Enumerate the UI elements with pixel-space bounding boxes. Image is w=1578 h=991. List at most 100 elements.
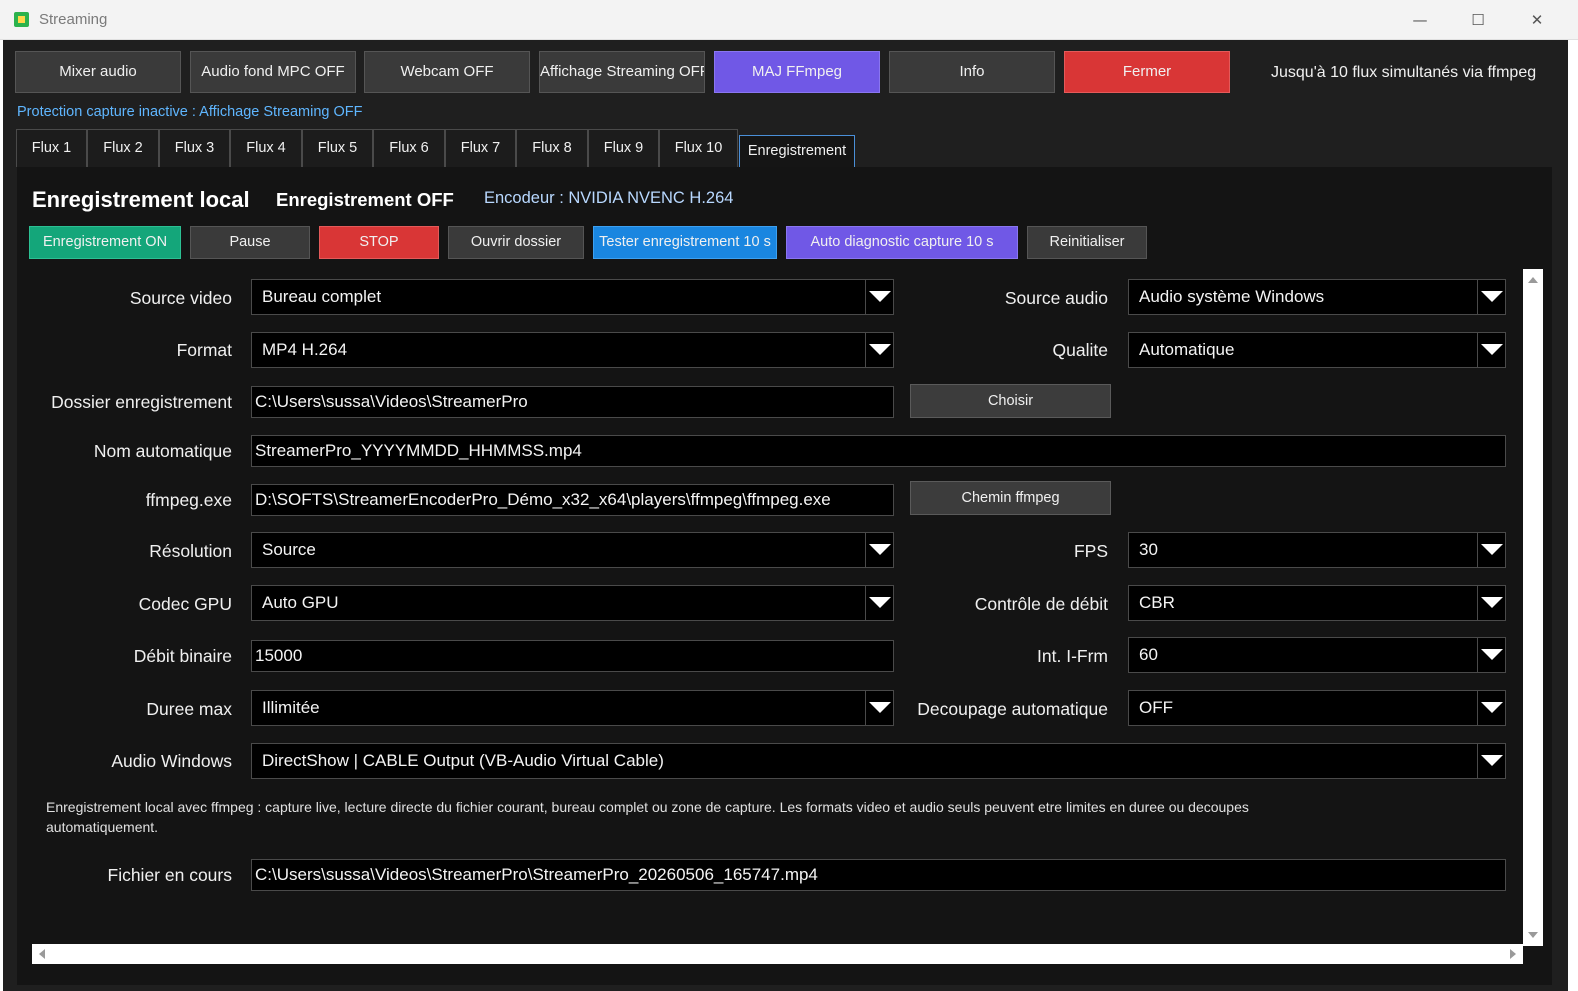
vertical-scrollbar[interactable] <box>1523 269 1543 946</box>
fichier-en-cours-input[interactable]: C:\Users\sussa\Videos\StreamerPro\Stream… <box>251 859 1506 891</box>
chevron-down-icon[interactable] <box>865 586 893 620</box>
title-bar: Streaming — ☐ ✕ <box>0 0 1578 40</box>
codec-gpu-select[interactable]: Auto GPU <box>251 585 894 621</box>
recording-status: Enregistrement OFF <box>276 189 454 210</box>
resolution-value: Source <box>262 540 316 559</box>
protection-status: Protection capture inactive : Affichage … <box>17 104 363 120</box>
tab-flux-8[interactable]: Flux 8 <box>516 129 588 167</box>
tab-flux-2[interactable]: Flux 2 <box>87 129 159 167</box>
webcam-button[interactable]: Webcam OFF <box>364 51 530 93</box>
source-video-value: Bureau complet <box>262 287 382 306</box>
audio-windows-value: DirectShow | CABLE Output (VB-Audio Virt… <box>262 751 664 770</box>
duree-max-value: Illimitée <box>262 698 320 717</box>
maximize-icon[interactable]: ☐ <box>1455 6 1501 34</box>
reinitialiser-button[interactable]: Reinitialiser <box>1027 226 1147 259</box>
chevron-down-icon[interactable] <box>1477 280 1505 314</box>
tab-flux-9[interactable]: Flux 9 <box>588 129 659 167</box>
int-ifrm-select[interactable]: 60 <box>1128 637 1506 673</box>
app-icon <box>14 12 29 27</box>
chevron-down-icon[interactable] <box>865 533 893 567</box>
tab-enregistrement[interactable]: Enregistrement <box>739 135 855 167</box>
scroll-left-icon[interactable] <box>39 949 45 959</box>
tab-flux-1[interactable]: Flux 1 <box>16 129 87 167</box>
info-button[interactable]: Info <box>889 51 1055 93</box>
scroll-up-icon[interactable] <box>1528 277 1538 283</box>
scroll-down-icon[interactable] <box>1528 932 1538 938</box>
chevron-down-icon[interactable] <box>865 691 893 725</box>
duree-max-select[interactable]: Illimitée <box>251 690 894 726</box>
tab-flux-7[interactable]: Flux 7 <box>445 129 516 167</box>
debit-binaire-label: Débit binaire <box>133 646 232 666</box>
controle-debit-label: Contrôle de débit <box>974 594 1108 614</box>
maj-ffmpeg-button[interactable]: MAJ FFmpeg <box>714 51 880 93</box>
int-ifrm-value: 60 <box>1139 645 1158 664</box>
page-title: Enregistrement local <box>32 187 250 212</box>
dossier-input[interactable]: C:\Users\sussa\Videos\StreamerPro <box>251 386 894 418</box>
chevron-down-icon[interactable] <box>1477 691 1505 725</box>
choisir-button[interactable]: Choisir <box>910 384 1111 418</box>
qualite-select[interactable]: Automatique <box>1128 332 1506 368</box>
fps-select[interactable]: 30 <box>1128 532 1506 568</box>
debit-binaire-value: 15000 <box>255 646 303 665</box>
fichier-en-cours-value: C:\Users\sussa\Videos\StreamerPro\Stream… <box>255 865 818 884</box>
chevron-down-icon[interactable] <box>1477 333 1505 367</box>
resolution-select[interactable]: Source <box>251 532 894 568</box>
stop-button[interactable]: STOP <box>319 226 439 259</box>
debit-binaire-input[interactable]: 15000 <box>251 640 894 672</box>
codec-gpu-label: Codec GPU <box>138 594 232 614</box>
enregistrement-on-button[interactable]: Enregistrement ON <box>29 226 181 259</box>
tab-flux-6[interactable]: Flux 6 <box>373 129 445 167</box>
chevron-down-icon[interactable] <box>1477 533 1505 567</box>
chevron-down-icon[interactable] <box>1477 638 1505 672</box>
tab-flux-10[interactable]: Flux 10 <box>659 129 738 167</box>
audio-fond-mpc-button[interactable]: Audio fond MPC OFF <box>190 51 356 93</box>
chevron-down-icon[interactable] <box>1477 586 1505 620</box>
tab-flux-5[interactable]: Flux 5 <box>302 129 373 167</box>
ffmpeg-label: ffmpeg.exe <box>145 490 232 510</box>
pause-button[interactable]: Pause <box>190 226 310 259</box>
tester-enregistrement-button[interactable]: Tester enregistrement 10 s <box>593 226 777 259</box>
chemin-ffmpeg-button[interactable]: Chemin ffmpeg <box>910 481 1111 515</box>
resolution-label: Résolution <box>149 541 232 561</box>
fermer-button[interactable]: Fermer <box>1064 51 1230 93</box>
dossier-value: C:\Users\sussa\Videos\StreamerPro <box>255 392 528 411</box>
scroll-right-icon[interactable] <box>1510 949 1516 959</box>
nom-auto-label: Nom automatique <box>93 441 232 461</box>
controle-debit-value: CBR <box>1139 593 1175 612</box>
decoupage-select[interactable]: OFF <box>1128 690 1506 726</box>
format-label: Format <box>176 340 232 360</box>
dossier-label: Dossier enregistrement <box>51 392 232 412</box>
source-audio-label: Source audio <box>1004 288 1108 308</box>
chevron-down-icon[interactable] <box>865 333 893 367</box>
auto-diagnostic-button[interactable]: Auto diagnostic capture 10 s <box>786 226 1018 259</box>
mixer-audio-button[interactable]: Mixer audio <box>15 51 181 93</box>
chevron-down-icon[interactable] <box>1477 744 1505 778</box>
chevron-down-icon[interactable] <box>865 280 893 314</box>
audio-windows-select[interactable]: DirectShow | CABLE Output (VB-Audio Virt… <box>251 743 1506 779</box>
description-text: Enregistrement local avec ffmpeg : captu… <box>46 799 1249 835</box>
controle-debit-select[interactable]: CBR <box>1128 585 1506 621</box>
fichier-en-cours-label: Fichier en cours <box>107 865 233 885</box>
nom-auto-value: StreamerPro_YYYYMMDD_HHMMSS.mp4 <box>255 441 582 460</box>
tab-flux-4[interactable]: Flux 4 <box>230 129 302 167</box>
horizontal-scrollbar[interactable] <box>32 944 1523 964</box>
ffmpeg-input[interactable]: D:\SOFTS\StreamerEncoderPro_Démo_x32_x64… <box>251 484 894 516</box>
source-audio-select[interactable]: Audio système Windows <box>1128 279 1506 315</box>
nom-auto-input[interactable]: StreamerPro_YYYYMMDD_HHMMSS.mp4 <box>251 435 1506 467</box>
encoder-label: Encodeur : NVIDIA NVENC H.264 <box>484 189 734 207</box>
qualite-label: Qualite <box>1052 340 1108 360</box>
source-video-select[interactable]: Bureau complet <box>251 279 894 315</box>
affichage-streaming-button[interactable]: Affichage Streaming OFF <box>539 51 705 93</box>
decoupage-value: OFF <box>1139 698 1173 717</box>
app-window: Mixer audio Audio fond MPC OFF Webcam OF… <box>3 40 1568 991</box>
source-audio-value: Audio système Windows <box>1139 287 1325 306</box>
flux-note: Jusqu'à 10 flux simultanés via ffmpeg <box>1271 64 1537 81</box>
ffmpeg-value: D:\SOFTS\StreamerEncoderPro_Démo_x32_x64… <box>255 490 831 509</box>
ouvrir-dossier-button[interactable]: Ouvrir dossier <box>448 226 584 259</box>
close-icon[interactable]: ✕ <box>1514 6 1560 34</box>
duree-max-label: Duree max <box>146 699 232 719</box>
minimize-icon[interactable]: — <box>1397 6 1443 34</box>
int-ifrm-label: Int. I-Frm <box>1037 646 1108 666</box>
format-select[interactable]: MP4 H.264 <box>251 332 894 368</box>
tab-flux-3[interactable]: Flux 3 <box>159 129 230 167</box>
